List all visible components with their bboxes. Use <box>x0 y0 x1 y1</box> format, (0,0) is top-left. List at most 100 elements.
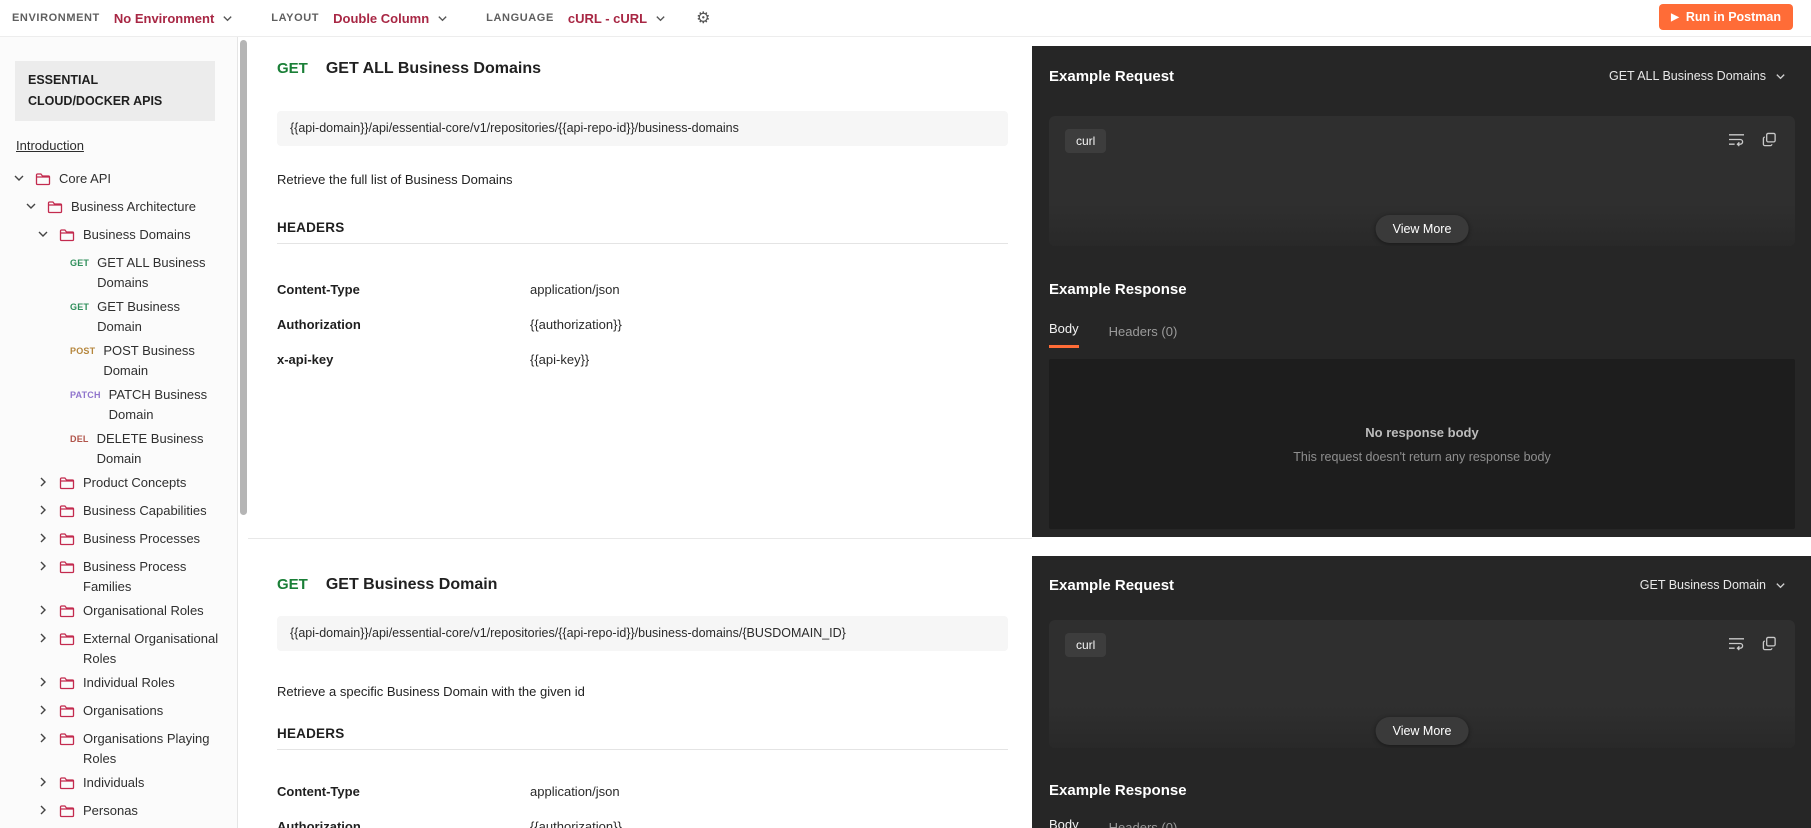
tab-headers[interactable]: Headers (0) <box>1109 324 1178 348</box>
chevron-right-icon[interactable] <box>37 504 51 516</box>
sidebar-item[interactable]: Core API <box>0 165 237 193</box>
header-value: {{authorization}} <box>530 819 622 828</box>
sidebar-item[interactable]: Organisations <box>0 697 237 725</box>
introduction-link[interactable]: Introduction <box>16 138 84 153</box>
sidebar-item[interactable]: GET GET Business Domain <box>0 293 237 337</box>
chevron-down-icon[interactable] <box>222 13 233 24</box>
sidebar-item[interactable]: POST POST Business Domain <box>0 337 237 381</box>
folder-icon <box>59 504 75 518</box>
sidebar-item-label: Business Process Families <box>83 559 187 594</box>
header-value: application/json <box>530 282 620 297</box>
sidebar-tree: Core API Business Architecture Business … <box>0 165 237 828</box>
chevron-right-icon[interactable] <box>37 632 51 644</box>
folder-icon <box>59 704 75 718</box>
tab-body[interactable]: Body <box>1049 321 1079 348</box>
example-selector[interactable]: GET ALL Business Domains <box>1609 69 1786 83</box>
header-value: {{api-key}} <box>530 352 590 367</box>
sidebar-item-label: Organisations <box>83 703 164 718</box>
sidebar-item[interactable]: Business Domains <box>0 221 237 249</box>
chevron-right-icon[interactable] <box>25 200 39 212</box>
folder-icon <box>59 676 75 690</box>
chevron-right-icon[interactable] <box>37 604 51 616</box>
tab-body[interactable]: Body <box>1049 817 1079 828</box>
folder-icon <box>59 476 75 490</box>
curl-language-tab[interactable]: curl <box>1065 129 1107 153</box>
chevron-right-icon[interactable] <box>37 676 51 688</box>
gear-icon[interactable]: ⚙ <box>696 8 710 28</box>
sidebar-item-label: Personas <box>83 803 138 818</box>
request-description: Retrieve the full list of Business Domai… <box>277 172 513 187</box>
curl-language-tab[interactable]: curl <box>1065 633 1107 657</box>
sidebar-item[interactable]: Individuals <box>0 769 237 797</box>
language-selector[interactable]: cURL - cURL <box>568 11 647 26</box>
sidebar-scrollbar[interactable] <box>240 40 247 515</box>
doc-column: GET GET ALL Business Domains {{api-domai… <box>248 37 1032 828</box>
sidebar-item[interactable]: Business Capabilities <box>0 497 237 525</box>
sidebar-item[interactable]: DEL DELETE Business Domain <box>0 425 237 469</box>
view-more-button[interactable]: View More <box>1375 717 1469 745</box>
chevron-down-icon[interactable] <box>655 13 666 24</box>
folder-icon <box>47 200 63 214</box>
chevron-right-icon[interactable] <box>13 172 27 184</box>
request-url: {{api-domain}}/api/essential-core/v1/rep… <box>277 111 1008 146</box>
example-selector[interactable]: GET Business Domain <box>1640 578 1786 592</box>
method-badge: GET <box>70 302 90 312</box>
folder-icon <box>59 776 75 790</box>
method-label: GET <box>277 60 308 77</box>
layout-selector[interactable]: Double Column <box>333 11 429 26</box>
sidebar-item-label: Business Capabilities <box>83 503 207 518</box>
collection-title: ESSENTIAL CLOUD/DOCKER APIS <box>15 61 215 121</box>
wrap-text-icon[interactable] <box>1728 132 1745 147</box>
sidebar-item[interactable]: Organisational Roles <box>0 597 237 625</box>
section-get-business-domain: GET GET Business Domain {{api-domain}}/a… <box>277 576 1008 828</box>
chevron-right-icon[interactable] <box>37 560 51 572</box>
sidebar-item[interactable]: Organisations Playing Roles <box>0 725 237 769</box>
sidebar-item[interactable]: GET GET ALL Business Domains <box>0 249 237 293</box>
chevron-right-icon[interactable] <box>37 532 51 544</box>
section-divider <box>248 538 1032 539</box>
headers-table: Content-Type application/json Authorizat… <box>277 782 1008 828</box>
chevron-right-icon[interactable] <box>37 732 51 744</box>
view-more-button[interactable]: View More <box>1375 215 1469 243</box>
folder-icon <box>59 560 75 574</box>
sidebar-item-label: Business Processes <box>83 531 201 546</box>
sidebar-item[interactable]: Business Process Families <box>0 553 237 597</box>
sidebar-item[interactable]: Business Architecture <box>0 193 237 221</box>
chevron-right-icon[interactable] <box>37 704 51 716</box>
sidebar-item-label: GET Business Domain <box>97 299 180 334</box>
folder-icon <box>59 804 75 818</box>
language-label: LANGUAGE <box>486 12 554 24</box>
play-icon: ▶ <box>1671 11 1679 23</box>
environment-selector[interactable]: No Environment <box>114 11 214 26</box>
tab-headers[interactable]: Headers (0) <box>1109 820 1178 828</box>
header-row: x-api-key {{api-key}} <box>277 350 1008 370</box>
layout-label: LAYOUT <box>271 12 320 24</box>
wrap-text-icon[interactable] <box>1728 636 1745 651</box>
folder-icon <box>35 172 51 186</box>
sidebar-item[interactable]: External Organisational Roles <box>0 625 237 669</box>
header-name: Content-Type <box>277 784 360 799</box>
sidebar-item[interactable]: Product Concepts <box>0 469 237 497</box>
sidebar-item[interactable]: Individual Roles <box>0 669 237 697</box>
copy-icon[interactable] <box>1762 636 1777 651</box>
sidebar-item[interactable]: Business Processes <box>0 525 237 553</box>
chevron-right-icon[interactable] <box>37 804 51 816</box>
sidebar-item[interactable]: PATCH PATCH Business Domain <box>0 381 237 425</box>
copy-icon[interactable] <box>1762 132 1777 147</box>
chevron-down-icon[interactable] <box>437 13 448 24</box>
chevron-down-icon <box>1776 73 1785 79</box>
sidebar-item-label: Business Architecture <box>71 199 197 214</box>
example-response-heading: Example Response <box>1049 281 1187 298</box>
run-in-postman-button[interactable]: ▶ Run in Postman <box>1659 4 1793 30</box>
chevron-right-icon[interactable] <box>37 476 51 488</box>
sidebar-item-label: GET ALL Business Domains <box>97 255 206 290</box>
page-title: GET ALL Business Domains <box>325 60 541 77</box>
header-value: application/json <box>530 784 620 799</box>
sidebar-item[interactable]: Personas <box>0 797 237 825</box>
section-get-all-business-domains: GET GET ALL Business Domains {{api-domai… <box>277 60 1008 370</box>
chevron-right-icon[interactable] <box>37 776 51 788</box>
chevron-right-icon[interactable] <box>37 228 51 240</box>
example-panel-1: Example Request GET ALL Business Domains… <box>1032 46 1811 537</box>
sidebar-item-label: Individual Roles <box>83 675 175 690</box>
sidebar-item-label: DELETE Business Domain <box>96 431 204 466</box>
